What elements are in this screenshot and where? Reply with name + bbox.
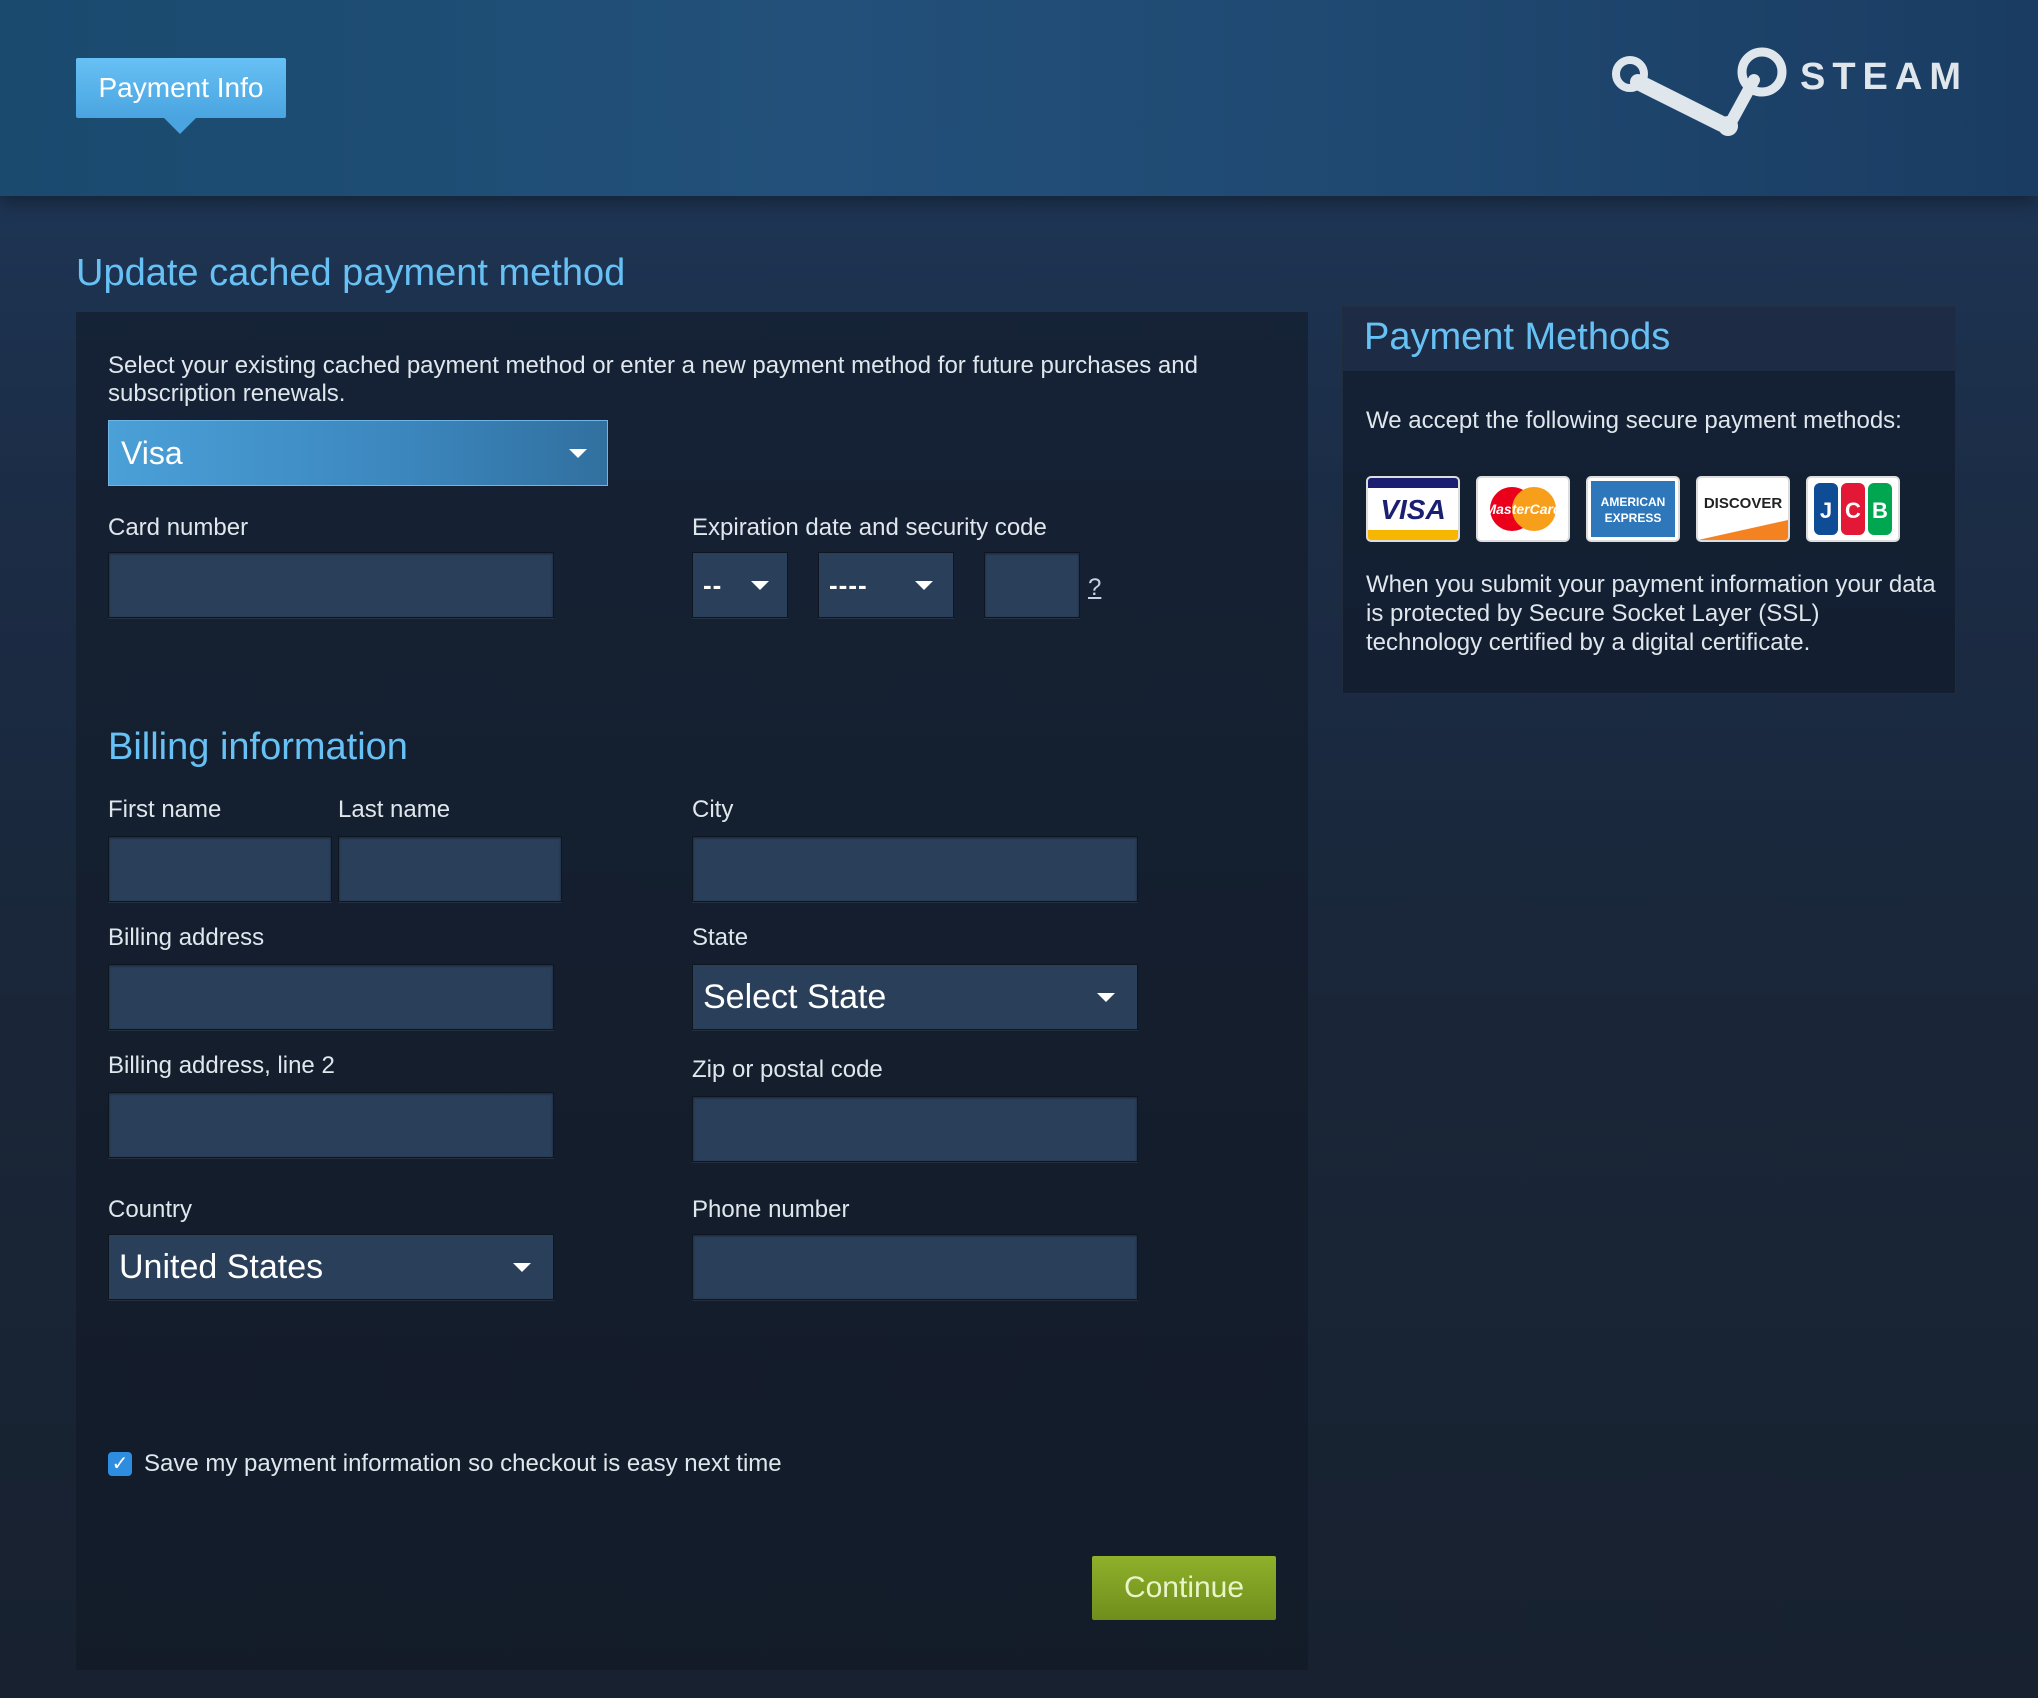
billing-address-label: Billing address: [108, 924, 265, 951]
first-name-input[interactable]: [108, 836, 332, 902]
city-label: City: [692, 796, 734, 823]
svg-text:AMERICAN: AMERICAN: [1601, 495, 1666, 509]
city-input[interactable]: [692, 836, 1138, 902]
accept-text: We accept the following secure payment m…: [1366, 407, 1902, 434]
expiration-label: Expiration date and security code: [692, 514, 1047, 541]
payment-method-value: Visa: [121, 434, 183, 471]
save-info-checkbox[interactable]: ✓: [108, 1452, 132, 1476]
security-code-input[interactable]: [984, 552, 1080, 618]
page-title: Update cached payment method: [76, 252, 626, 294]
checkmark-icon: ✓: [111, 1453, 129, 1475]
payment-methods-title: Payment Methods: [1364, 316, 1671, 358]
save-info-label[interactable]: Save my payment information so checkout …: [144, 1450, 782, 1478]
discover-card-icon: DISCOVER: [1696, 476, 1790, 542]
exp-month-select[interactable]: --: [692, 552, 788, 618]
jcb-card-icon: J C B: [1806, 476, 1900, 542]
chevron-down-icon: [751, 581, 769, 590]
state-label: State: [692, 924, 749, 951]
zip-input[interactable]: [692, 1096, 1138, 1162]
country-select[interactable]: United States: [108, 1234, 554, 1300]
exp-year-select[interactable]: ----: [818, 552, 954, 618]
intro-text: Select your existing cached payment meth…: [108, 352, 1198, 407]
chevron-down-icon: [513, 1263, 531, 1272]
american-express-card-icon: AMERICAN EXPRESS: [1586, 476, 1680, 542]
billing-address-input[interactable]: [108, 964, 554, 1030]
state-value: Select State: [703, 977, 887, 1016]
security-code-help-link[interactable]: ?: [1088, 574, 1101, 602]
payment-method-select[interactable]: Visa: [108, 420, 608, 486]
state-select[interactable]: Select State: [692, 964, 1138, 1030]
svg-text:C: C: [1845, 498, 1861, 523]
svg-text:J: J: [1820, 498, 1832, 523]
chevron-down-icon: [1097, 993, 1115, 1002]
first-name-label: First name: [108, 796, 222, 823]
country-label: Country: [108, 1196, 193, 1223]
payment-info-tab: Payment Info: [76, 58, 286, 134]
svg-text:B: B: [1872, 498, 1888, 523]
billing-address-2-label: Billing address, line 2: [108, 1052, 335, 1079]
chevron-down-icon: [569, 449, 587, 458]
billing-address-2-input[interactable]: [108, 1092, 554, 1158]
steam-wordmark: STEAM: [1800, 56, 1968, 98]
svg-text:EXPRESS: EXPRESS: [1605, 511, 1662, 525]
mastercard-card-icon: MasterCard: [1476, 476, 1570, 542]
billing-section-title: Billing information: [108, 726, 408, 768]
card-number-input[interactable]: [108, 552, 554, 618]
exp-month-value: --: [703, 569, 723, 600]
phone-label: Phone number: [692, 1196, 850, 1223]
phone-input[interactable]: [692, 1234, 1138, 1300]
svg-text:DISCOVER: DISCOVER: [1704, 495, 1783, 512]
zip-label: Zip or postal code: [692, 1056, 883, 1083]
visa-card-icon: VISA: [1366, 476, 1460, 542]
svg-text:MasterCard: MasterCard: [1484, 501, 1561, 517]
last-name-input[interactable]: [338, 836, 562, 902]
ssl-text: When you submit your payment information…: [1366, 571, 1936, 656]
country-value: United States: [119, 1247, 324, 1286]
card-number-label: Card number: [108, 514, 249, 541]
header-bar: Payment Info STEAM: [0, 0, 2038, 196]
last-name-label: Last name: [338, 796, 451, 823]
svg-text:VISA: VISA: [1380, 494, 1445, 525]
chevron-down-icon: [915, 581, 933, 590]
exp-year-value: ----: [829, 569, 868, 600]
continue-button[interactable]: Continue: [1092, 1556, 1276, 1620]
